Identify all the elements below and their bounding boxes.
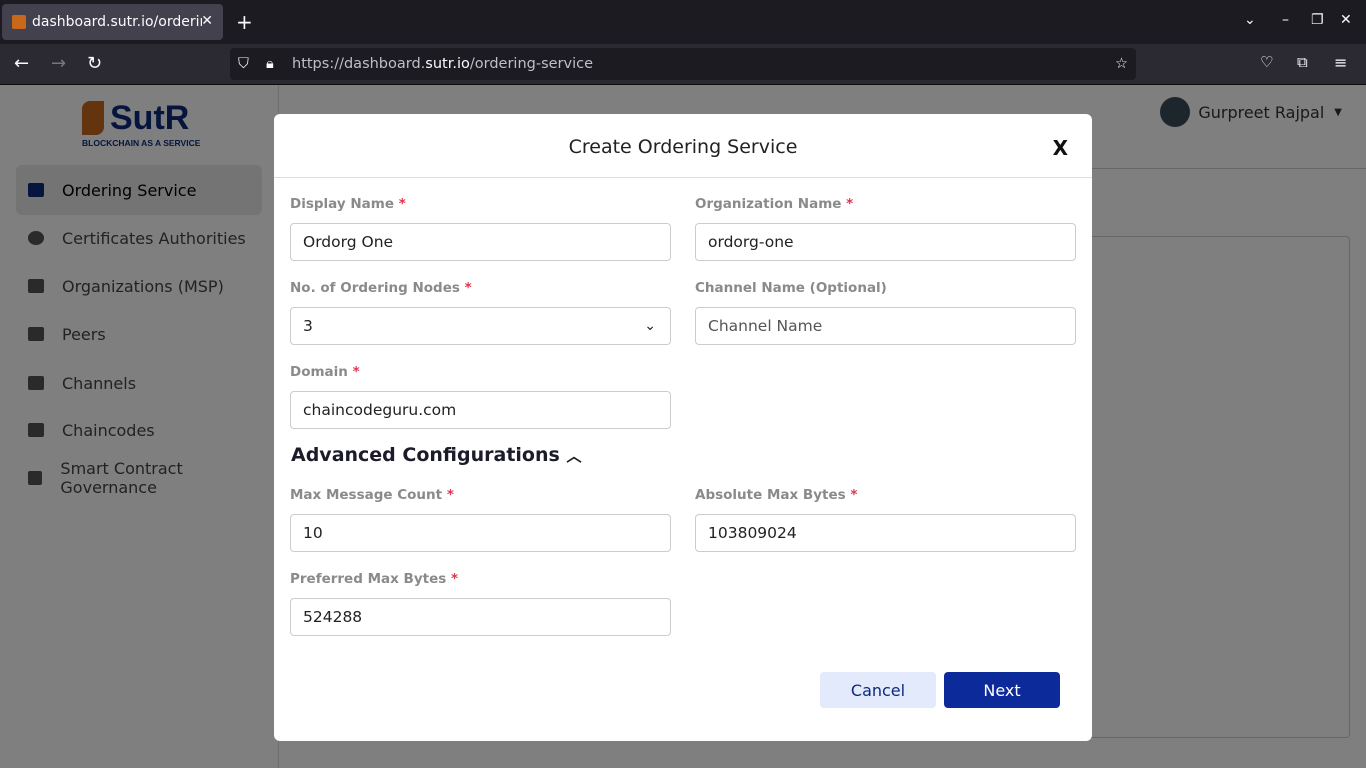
organization-name-field: Organization Name * ordorg-one <box>695 196 1076 261</box>
chevron-up-icon: ︿ <box>566 447 582 465</box>
lock-icon: 🔒︎ <box>266 56 274 72</box>
tab-list-icon[interactable]: ⌄ <box>1244 12 1256 28</box>
absolute-max-bytes-input[interactable]: 103809024 <box>695 514 1076 552</box>
field-label: Display Name * <box>290 196 406 212</box>
browser-tabbar: dashboard.sutr.io/ordering-service✕ + ⌄ … <box>0 0 1366 44</box>
domain-input[interactable]: chaincodeguru.com <box>290 391 671 429</box>
extensions-icon[interactable]: ⧉ <box>1297 53 1308 71</box>
display-name-input[interactable]: Ordorg One <box>290 223 671 261</box>
close-button[interactable]: X <box>1053 136 1068 160</box>
field-label: Absolute Max Bytes * <box>695 487 858 503</box>
field-label: Channel Name (Optional) <box>695 280 887 296</box>
field-label: Preferred Max Bytes * <box>290 571 459 587</box>
create-ordering-service-modal: Create Ordering Service X Display Name *… <box>274 114 1092 741</box>
pocket-icon[interactable]: ♡ <box>1260 53 1273 71</box>
domain-field: Domain * chaincodeguru.com <box>290 364 671 429</box>
preferred-max-bytes-field: Preferred Max Bytes * 524288 <box>290 571 671 636</box>
shield-icon: ⛉ <box>238 56 249 72</box>
field-label: No. of Ordering Nodes * <box>290 280 472 296</box>
next-button[interactable]: Next <box>944 672 1060 708</box>
restore-icon[interactable]: ❐ <box>1311 12 1324 28</box>
close-tab-icon[interactable]: ✕ <box>201 13 213 29</box>
organization-name-input[interactable]: ordorg-one <box>695 223 1076 261</box>
advanced-configurations-toggle[interactable]: Advanced Configurations ︿ <box>291 444 581 466</box>
url-path: /ordering-service <box>469 56 594 72</box>
reload-icon[interactable]: ↻ <box>87 53 102 74</box>
back-icon[interactable]: ← <box>14 53 29 74</box>
url-prefix: https://dashboard. <box>292 56 426 72</box>
minimize-icon[interactable]: – <box>1282 12 1289 28</box>
menu-icon[interactable]: ≡ <box>1334 53 1347 72</box>
forward-icon[interactable]: → <box>51 53 66 74</box>
field-label: Domain * <box>290 364 360 380</box>
field-label: Organization Name * <box>695 196 854 212</box>
preferred-max-bytes-input[interactable]: 524288 <box>290 598 671 636</box>
max-message-count-field: Max Message Count * 10 <box>290 487 671 552</box>
ordering-nodes-select[interactable]: 3 ⌄ <box>290 307 671 345</box>
cancel-button[interactable]: Cancel <box>820 672 936 708</box>
browser-tab[interactable]: dashboard.sutr.io/ordering-service✕ <box>2 4 223 40</box>
favicon-icon <box>12 15 26 29</box>
modal-title: Create Ordering Service <box>274 114 1092 178</box>
channel-name-field: Channel Name (Optional) Channel Name <box>695 280 1076 345</box>
ordering-nodes-field: No. of Ordering Nodes * 3 ⌄ <box>290 280 671 345</box>
tab-title: dashboard.sutr.io/ordering-service <box>32 14 202 30</box>
max-message-count-input[interactable]: 10 <box>290 514 671 552</box>
display-name-field: Display Name * Ordorg One <box>290 196 671 261</box>
close-window-icon[interactable]: ✕ <box>1340 12 1352 28</box>
field-label: Max Message Count * <box>290 487 454 503</box>
browser-navbar: ← → ↻ ⛉ 🔒︎ https://dashboard. sutr.io/ord… <box>0 44 1366 85</box>
url-domain: sutr.io <box>425 56 470 72</box>
chevron-down-icon: ⌄ <box>644 318 656 334</box>
absolute-max-bytes-field: Absolute Max Bytes * 103809024 <box>695 487 1076 552</box>
url-bar[interactable]: ⛉ 🔒︎ https://dashboard. sutr.io/ordering-… <box>230 48 1136 80</box>
channel-name-input[interactable]: Channel Name <box>695 307 1076 345</box>
bookmark-star-icon[interactable]: ☆ <box>1115 56 1128 72</box>
new-tab-icon[interactable]: + <box>236 10 253 34</box>
